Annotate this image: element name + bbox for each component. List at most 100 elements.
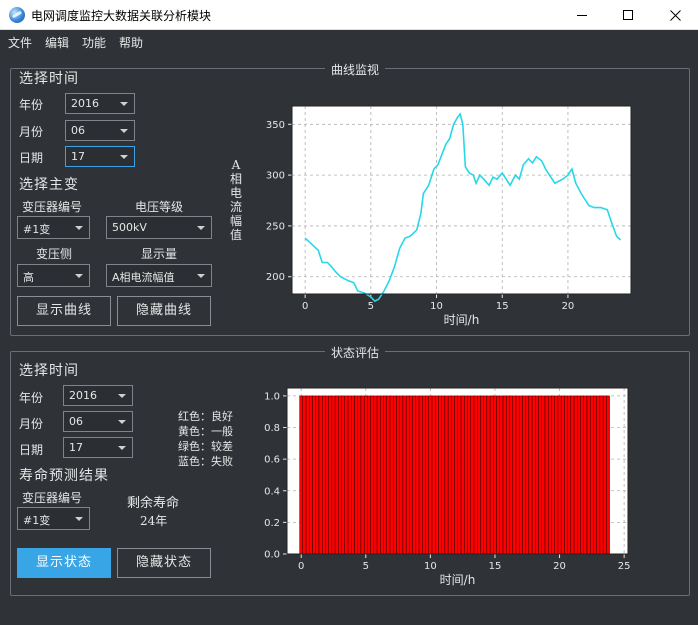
state-bar	[496, 395, 501, 555]
state-bar	[502, 395, 507, 555]
state-bar	[525, 395, 530, 555]
state-bar	[506, 395, 510, 555]
state-bar	[363, 395, 368, 555]
curve-month-label: 月份	[19, 125, 44, 139]
maximize-icon	[623, 10, 633, 20]
state-bar	[602, 395, 607, 555]
transformer-id-select[interactable]: #1变	[17, 216, 90, 239]
chevron-down-icon	[197, 274, 205, 278]
x-tick-label: 0	[302, 301, 308, 312]
legend-note-yellow: 黄色：一般	[178, 425, 233, 438]
state-year-select[interactable]: 2016	[63, 385, 133, 406]
state-bar	[347, 395, 352, 555]
menu-help[interactable]: 帮助	[119, 34, 143, 51]
plot-area	[292, 106, 631, 294]
state-bar	[454, 395, 459, 555]
state-bar	[577, 395, 581, 555]
state-bar	[318, 395, 323, 555]
state-bar	[518, 395, 523, 555]
state-month-label: 月份	[19, 417, 44, 431]
x-tick-label: 20	[553, 561, 566, 572]
state-time-section-title: 选择时间	[19, 363, 79, 379]
state-bar	[422, 395, 426, 555]
state-bar	[351, 395, 355, 555]
state-bar	[580, 395, 584, 555]
show-curve-button[interactable]: 显示曲线	[17, 296, 111, 326]
curve-month-select[interactable]: 06	[65, 120, 135, 141]
menu-file[interactable]: 文件	[8, 34, 32, 51]
chevron-down-icon	[75, 274, 83, 278]
curve-year-select[interactable]: 2016	[65, 93, 135, 114]
state-bar	[467, 395, 471, 555]
state-bar	[393, 395, 397, 555]
state-transformer-id-select[interactable]: #1变	[17, 507, 90, 530]
transformer-side-select[interactable]: 高	[17, 264, 90, 287]
state-bar	[431, 395, 436, 555]
menu-function[interactable]: 功能	[82, 34, 106, 51]
display-quantity-select[interactable]: A相电流幅值	[106, 264, 212, 287]
life-prediction-section-title: 寿命预测结果	[19, 468, 109, 484]
menu-edit[interactable]: 编辑	[45, 34, 69, 51]
state-bar	[438, 395, 442, 555]
state-year-value: 2016	[69, 389, 97, 402]
y-tick-label: 1.0	[264, 391, 280, 402]
state-bar	[593, 395, 597, 555]
state-bar	[599, 395, 604, 555]
state-bar	[460, 395, 465, 555]
state-bar	[476, 395, 481, 555]
hide-curve-button[interactable]: 隐藏曲线	[117, 296, 211, 326]
curve-day-label: 日期	[19, 151, 44, 165]
chevron-down-icon	[118, 394, 126, 398]
x-tick-label: 0	[298, 561, 304, 572]
curve-monitor-group-title: 曲线监视	[325, 61, 386, 78]
state-bar	[360, 395, 365, 555]
state-day-select[interactable]: 17	[63, 437, 133, 458]
state-bar	[528, 395, 533, 555]
show-state-button[interactable]: 显示状态	[17, 548, 111, 578]
state-bar	[606, 395, 610, 555]
state-bar	[451, 395, 455, 555]
hide-state-button[interactable]: 隐藏状态	[117, 548, 211, 578]
state-bar	[435, 395, 439, 555]
x-tick-label: 15	[496, 301, 509, 312]
state-bar	[551, 395, 555, 555]
minimize-button[interactable]	[559, 0, 605, 30]
remaining-life-value: 24年	[140, 514, 168, 528]
state-bar	[321, 395, 326, 555]
state-bar	[418, 395, 423, 555]
window-title: 电网调度监控大数据关联分析模块	[31, 9, 212, 23]
state-bar	[557, 395, 562, 555]
state-bar	[457, 395, 462, 555]
state-bar	[412, 395, 417, 555]
chevron-down-icon	[197, 226, 205, 230]
state-bar	[376, 395, 381, 555]
state-bar	[515, 395, 520, 555]
state-bar	[509, 395, 513, 555]
state-bar	[499, 395, 504, 555]
voltage-level-select[interactable]: 500kV	[106, 216, 212, 239]
state-bar	[367, 395, 371, 555]
y-tick-label: 200	[266, 272, 285, 283]
voltage-level-value: 500kV	[112, 221, 147, 234]
state-month-select[interactable]: 06	[63, 411, 133, 432]
state-bar	[596, 395, 601, 555]
state-bar	[373, 395, 378, 555]
state-evaluation-group-title: 状态评估	[325, 344, 386, 361]
state-bar	[573, 395, 578, 555]
state-bar	[493, 395, 497, 555]
chevron-down-icon	[118, 420, 126, 424]
state-bar	[380, 395, 384, 555]
state-bar	[389, 395, 394, 555]
state-bar	[302, 395, 307, 555]
curve-day-select[interactable]: 17	[65, 146, 135, 167]
maximize-button[interactable]	[605, 0, 651, 30]
voltage-level-label: 电压等级	[135, 200, 184, 214]
state-bar	[464, 395, 468, 555]
state-bar	[544, 395, 549, 555]
display-quantity-value: A相电流幅值	[112, 271, 175, 284]
y-tick-label: 0.0	[264, 550, 280, 561]
close-button[interactable]	[652, 0, 698, 30]
x-tick-label: 5	[368, 301, 374, 312]
state-bar	[299, 395, 304, 555]
app-globe-icon	[9, 7, 25, 23]
